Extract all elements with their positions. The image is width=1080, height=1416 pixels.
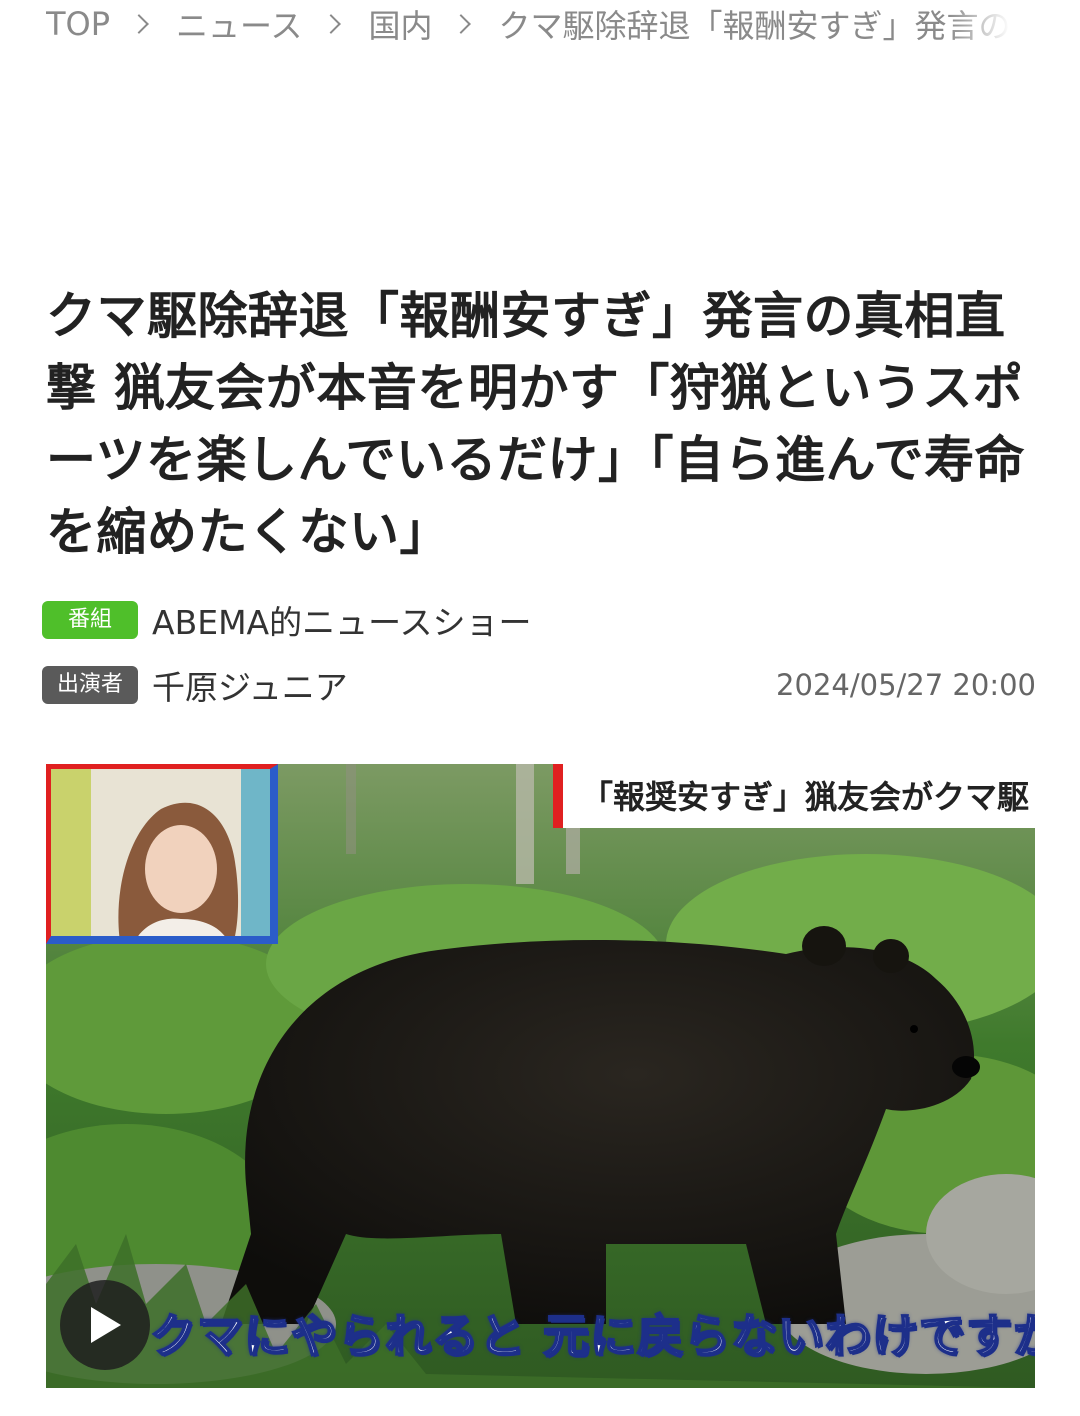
breadcrumb: TOP ニュース 国内 クマ駆除辞退「報酬安すぎ」発言の	[46, 0, 1080, 48]
article-title: クマ駆除辞退「報酬安すぎ」発言の真相直撃 猟友会が本音を明かす「狩猟というスポー…	[46, 287, 1025, 561]
cast-row: 出演者 千原ジュニア 2024/05/27 20:00	[42, 661, 1036, 709]
video-subtitle: クマにやられると 元に戻らないわけですか	[149, 1308, 1035, 1364]
chevron-right-icon	[321, 14, 342, 34]
program-tag: 番組	[42, 601, 138, 639]
breadcrumb-top-link[interactable]: TOP	[46, 5, 110, 43]
program-row: 番組 ABEMA的ニュースショー	[42, 596, 531, 644]
cast-tag: 出演者	[42, 666, 138, 704]
play-button[interactable]	[60, 1280, 150, 1370]
program-name-link[interactable]: ABEMA的ニュースショー	[152, 596, 531, 644]
cast-name-link[interactable]: 千原ジュニア	[152, 661, 348, 709]
video-thumbnail[interactable]: 「報奨安すぎ」猟友会がクマ駆 クマにやられると 元に戻らないわけですか	[46, 764, 1035, 1388]
headline-banner: 「報奨安すぎ」猟友会がクマ駆	[552, 764, 1035, 828]
presenter-inset	[46, 764, 278, 944]
breadcrumb-domestic-link[interactable]: 国内	[368, 1, 432, 47]
breadcrumb-news-link[interactable]: ニュース	[176, 1, 302, 47]
chevron-right-icon	[129, 14, 149, 34]
chevron-right-icon	[451, 14, 472, 34]
breadcrumb-current: クマ駆除辞退「報酬安すぎ」発言の	[498, 7, 1011, 45]
publish-date: 2024/05/27 20:00	[776, 668, 1036, 702]
presenter-image	[51, 769, 270, 936]
play-icon	[91, 1307, 121, 1343]
